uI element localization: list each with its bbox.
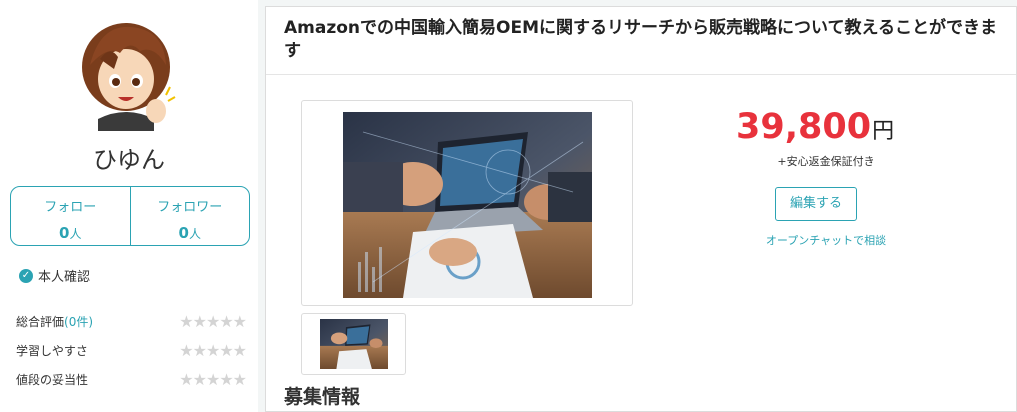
follow-count-unit: 人 xyxy=(69,227,82,241)
check-icon: ✓ xyxy=(19,268,33,283)
section-title: 募集情報 xyxy=(284,386,361,408)
rating-label: 値段の妥当性 xyxy=(16,373,89,387)
user-name: ひゆん xyxy=(93,146,165,174)
listing-title: Amazonでの中国輸入簡易OEMに関するリサーチから販売戦略について教えること… xyxy=(284,18,997,61)
verified-badge: ✓ 本人確認 xyxy=(19,266,90,285)
follower-count-unit: 人 xyxy=(188,227,201,241)
star-rating: ★★★★★ xyxy=(179,341,247,360)
listing-panel: Amazonでの中国輸入簡易OEMに関するリサーチから販売戦略について教えること… xyxy=(265,6,1017,412)
edit-button[interactable]: 編集する xyxy=(775,187,857,221)
avatar[interactable] xyxy=(80,15,176,131)
guarantee-note: +安心返金保証付き xyxy=(777,155,875,168)
star-rating: ★★★★★ xyxy=(179,312,247,331)
rating-row-price: 値段の妥当性 ★★★★★ xyxy=(16,370,247,389)
follower-stat[interactable]: フォロワー 0人 xyxy=(129,187,250,245)
thumbnail-image[interactable] xyxy=(320,319,388,369)
follow-count-value: 0 xyxy=(59,224,70,242)
follower-count-value: 0 xyxy=(178,224,189,242)
thumbnail-frame[interactable] xyxy=(301,313,406,375)
price-currency: 円 xyxy=(872,119,895,144)
rating-count[interactable]: (0件) xyxy=(64,315,93,329)
star-rating: ★★★★★ xyxy=(179,370,247,389)
rating-row-learning: 学習しやすさ ★★★★★ xyxy=(16,341,247,360)
rating-label: 総合評価(0件) xyxy=(16,313,93,330)
price-value: 39,800 xyxy=(736,107,872,147)
follow-count: 0人 xyxy=(11,224,130,242)
follow-stat[interactable]: フォロー 0人 xyxy=(11,187,130,245)
follower-count: 0人 xyxy=(131,224,250,242)
follower-label: フォロワー xyxy=(157,200,223,215)
open-chat-link[interactable]: オープンチャットで相談 xyxy=(736,232,916,248)
rating-label-text: 総合評価 xyxy=(16,315,65,329)
rating-label: 学習しやすさ xyxy=(16,344,88,358)
follow-stats: フォロー 0人 フォロワー 0人 xyxy=(10,186,250,246)
follow-label: フォロー xyxy=(44,200,97,215)
listing-header: Amazonでの中国輸入簡易OEMに関するリサーチから販売戦略について教えること… xyxy=(266,7,1016,75)
verified-label: 本人確認 xyxy=(38,270,91,285)
main-image-frame xyxy=(301,100,633,306)
rating-row-overall: 総合評価(0件) ★★★★★ xyxy=(16,312,247,331)
main-image[interactable] xyxy=(343,112,592,298)
price: 39,800円 xyxy=(736,107,894,147)
profile-sidebar: ひゆん フォロー 0人 フォロワー 0人 ✓ 本人確認 総合評価(0件) ★★★… xyxy=(0,0,258,412)
